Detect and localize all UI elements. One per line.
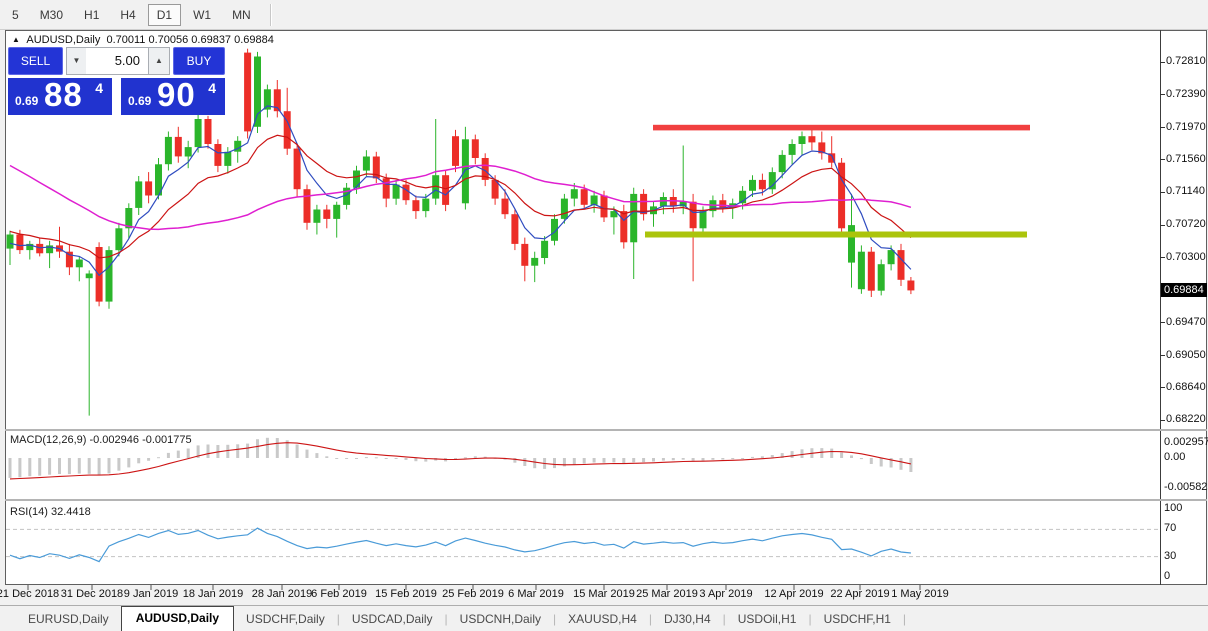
chart-tab-dj30-h4[interactable]: DJ30,H4 [652,608,723,631]
price-tick-label: 0.70720 [1166,218,1206,231]
price-tick-label: 0.71140 [1166,185,1205,198]
price-tick [1160,322,1165,324]
price-tick-label: 0.72390 [1166,87,1206,100]
macd-label: MACD(12,26,9) -0.002946 -0.001775 [10,434,192,446]
chart-tab-xauusd-h4[interactable]: XAUUSD,H4 [556,608,649,631]
sell-button[interactable]: SELL [8,47,63,75]
chart-tab-usdcnh-daily[interactable]: USDCNH,Daily [448,608,553,631]
buy-price-prefix: 0.69 [128,94,152,108]
chart-tab-eurusd-daily[interactable]: EURUSD,Daily [16,608,121,631]
up-triangle-icon: ▲ [12,35,20,44]
time-axis: 21 Dec 2018 31 Dec 2018 9 Jan 2019 18 Jan 2… [0,586,1208,605]
macd-axis-label: 0.002957 [1164,435,1208,448]
chart-ohlc-values: 0.70011 0.70056 0.69837 0.69884 [106,34,274,46]
rsi-axis-label: 30 [1164,549,1177,562]
price-tick [1160,224,1165,226]
price-tick-label: 0.68640 [1166,380,1206,393]
price-tick-label: 0.69050 [1166,348,1206,361]
price-tick [1160,419,1165,421]
price-tick [1160,61,1165,63]
buy-button[interactable]: BUY [173,47,225,75]
price-tick-label: 0.71970 [1166,120,1206,133]
price-tick [1160,191,1165,193]
buy-quote-tile[interactable]: 0.69 90 4 [121,76,225,115]
sell-quote-tile[interactable]: 0.69 88 4 [8,76,112,115]
sell-price-big: 88 [44,76,83,113]
rsi-label: RSI(14) 32.4418 [10,506,91,518]
chart-title: ▲ AUDUSD,Daily 0.70011 0.70056 0.69837 0… [12,34,274,46]
symbol-tabbar: EURUSD,Daily AUDUSD,Daily USDCHF,Daily | USD… [0,605,1208,631]
macd-axis-label: -0.005825 [1164,480,1208,493]
sell-price-pip: 4 [95,80,103,96]
volume-input[interactable]: 5.00 [86,47,149,75]
buy-price-pip: 4 [208,80,216,96]
one-click-trade-panel: SELL ▼ 5.00 ▲ BUY 0.69 88 4 0.69 90 4 [8,47,225,115]
rsi-axis-label: 0 [1164,570,1171,582]
price-tick-label: 0.70300 [1166,250,1206,263]
sell-price-prefix: 0.69 [15,94,39,108]
chart-tab-usdoil-h1[interactable]: USDOil,H1 [726,608,809,631]
price-tick-label: 0.68220 [1166,413,1206,426]
tab-separator: | [902,612,907,626]
volume-decrease-button[interactable]: ▼ [66,47,87,75]
date-label: 1 May 2019 [891,588,949,600]
price-tick [1160,94,1165,96]
chart-tab-audusd-daily[interactable]: AUDUSD,Daily [120,606,235,631]
price-tick-label: 0.72810 [1166,55,1206,67]
price-tick [1160,127,1165,129]
rsi-axis-label: 70 [1164,522,1177,535]
macd-axis-label: 0.00 [1164,451,1186,463]
price-tick [1160,387,1165,388]
buy-price-big: 90 [157,76,196,113]
price-tick-label: 0.69470 [1166,315,1206,328]
chart-symbol: AUDUSD,Daily [26,34,101,46]
trading-terminal: 5 M30 H1 H4 D1 W1 MN ▲ AUDUSD,Daily 0.70011 0.… [0,0,1208,631]
price-tick [1160,257,1165,259]
chart-tab-usdchf-daily[interactable]: USDCHF,Daily [234,608,337,631]
chart-tab-usdchf-h1[interactable]: USDCHF,H1 [812,608,903,631]
price-tick [1160,159,1165,161]
price-tick-label: 0.71560 [1166,152,1206,165]
rsi-axis-label: 100 [1164,502,1183,514]
current-price-badge: 0.69884 [1161,283,1207,298]
chart-tab-usdcad-daily[interactable]: USDCAD,Daily [340,608,445,631]
volume-increase-button[interactable]: ▲ [149,47,170,75]
price-tick [1160,355,1165,356]
